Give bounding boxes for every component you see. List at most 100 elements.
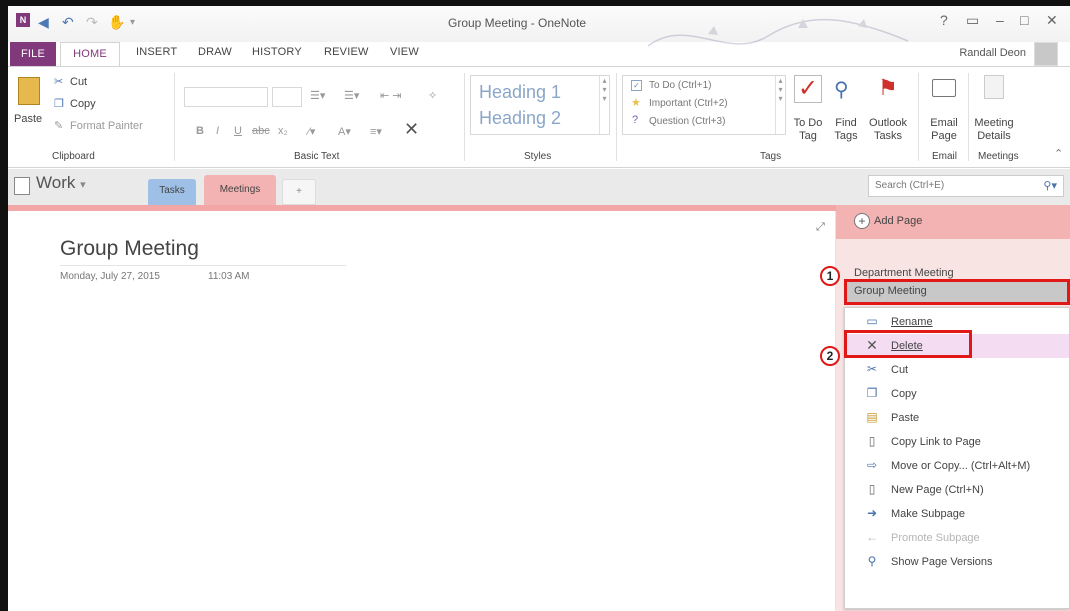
align-icon[interactable]: ≡▾ — [370, 125, 382, 138]
style-heading-1[interactable]: Heading 1 — [479, 82, 561, 103]
maximize-icon[interactable]: □ — [1020, 12, 1028, 28]
window-title: Group Meeting - OneNote — [448, 16, 587, 30]
tab-insert[interactable]: INSERT — [136, 46, 177, 58]
bullets-icon[interactable]: ☰▾ — [310, 89, 325, 102]
rename-icon: ▭ — [866, 314, 878, 328]
find-tags-label: Find Tags — [834, 117, 858, 142]
new-page-icon: ▯ — [868, 482, 876, 496]
notebook-name[interactable]: Work ▾ — [36, 173, 86, 193]
copy-icon: ❐ — [54, 98, 64, 110]
delete-x-icon[interactable]: ✕ — [404, 119, 419, 140]
meeting-details-button[interactable]: Meeting Details — [972, 73, 1016, 147]
email-group-label: Email — [932, 151, 958, 162]
versions-icon: ⚲ — [867, 554, 877, 568]
menu-item-new-page[interactable]: ▯ New Page (Ctrl+N) — [845, 478, 1069, 502]
back-icon[interactable]: ◀ — [38, 14, 49, 31]
ribbon-separator — [174, 73, 175, 161]
tab-file[interactable]: FILE — [10, 42, 56, 66]
find-tags-button[interactable]: ⚲ Find Tags — [830, 73, 862, 147]
todo-tag-label: To Do Tag — [793, 117, 823, 142]
menu-item-copy-link[interactable]: ▯ Copy Link to Page — [845, 430, 1069, 454]
notebook-bar: Work ▾ Tasks Meetings + Search (Ctrl+E) … — [8, 169, 1070, 205]
tab-draw[interactable]: DRAW — [198, 46, 232, 58]
menu-item-label: Move or Copy... (Ctrl+Alt+M) — [891, 460, 1031, 472]
styles-gallery[interactable]: Heading 1 Heading 2 ▴ ▾ ▾ — [470, 75, 610, 135]
menu-item-copy[interactable]: ❐ Copy — [845, 382, 1069, 406]
indent-icon[interactable]: ⇤ ⇥ — [380, 89, 402, 102]
page-title[interactable]: Group Meeting — [60, 237, 199, 261]
paste-icon — [18, 77, 40, 105]
paste-label: Paste — [14, 113, 43, 125]
meeting-details-icon — [984, 75, 1004, 99]
tag-todo[interactable]: To Do (Ctrl+1) — [649, 80, 712, 91]
section-tab-tasks[interactable]: Tasks — [148, 179, 196, 205]
menu-item-move-or-copy[interactable]: ⇨ Move or Copy... (Ctrl+Alt+M) — [845, 454, 1069, 478]
menu-item-promote-subpage[interactable]: ← Promote Subpage — [845, 526, 1069, 550]
user-name[interactable]: Randall Deon — [959, 47, 1026, 59]
font-color-icon[interactable]: A▾ — [338, 125, 351, 138]
strikethrough-icon[interactable]: abc — [252, 125, 270, 137]
menu-item-show-page-versions[interactable]: ⚲ Show Page Versions — [845, 550, 1069, 574]
redo-icon[interactable]: ↷ — [86, 14, 98, 31]
notebook-name-label: Work — [36, 173, 76, 192]
menu-item-label: Copy — [891, 388, 917, 400]
plus-circle-icon: + — [854, 213, 870, 229]
undo-icon[interactable]: ↶ — [62, 14, 74, 31]
minimize-icon[interactable]: – — [996, 12, 1004, 28]
menu-item-label: Copy Link to Page — [891, 436, 981, 448]
move-icon: ⇨ — [866, 458, 878, 472]
font-name-combo[interactable] — [184, 87, 268, 107]
styles-scroll-icon[interactable]: ▴ ▾ ▾ — [599, 76, 609, 134]
onenote-window: N ◀ ↶ ↷ ✋ ▾ Group Meeting - OneNote ? ▭ … — [0, 0, 1070, 611]
page-time: 11:03 AM — [208, 271, 250, 282]
tag-important[interactable]: Important (Ctrl+2) — [649, 98, 728, 109]
page-canvas[interactable]: Group Meeting Monday, July 27, 2015 11:0… — [8, 211, 836, 611]
expand-icon[interactable]: ⤢ — [816, 221, 825, 234]
avatar[interactable] — [1034, 42, 1058, 66]
title-bar: N ◀ ↶ ↷ ✋ ▾ Group Meeting - OneNote ? ▭ … — [8, 6, 1070, 47]
paste-button[interactable]: Paste — [14, 75, 44, 141]
search-input[interactable]: Search (Ctrl+E) ⚲▾ — [868, 175, 1064, 197]
italic-icon[interactable]: I — [216, 125, 219, 137]
add-section-tab[interactable]: + — [282, 179, 316, 205]
menu-item-paste[interactable]: ▤ Paste — [845, 406, 1069, 430]
bold-icon[interactable]: B — [196, 125, 204, 137]
highlight-icon[interactable]: ⁄▾ — [308, 125, 315, 138]
title-divider — [60, 265, 346, 266]
tab-review[interactable]: REVIEW — [324, 46, 369, 58]
close-icon[interactable]: ✕ — [1046, 12, 1058, 29]
todo-tag-button[interactable]: ✓ To Do Tag — [790, 73, 826, 147]
menu-item-cut[interactable]: ✂ Cut — [845, 358, 1069, 382]
clear-formatting-icon[interactable]: ✧ — [428, 89, 437, 102]
touch-mode-icon[interactable]: ✋ — [108, 14, 125, 31]
ribbon-display-icon[interactable]: ▭ — [966, 12, 979, 29]
tag-question[interactable]: Question (Ctrl+3) — [649, 116, 725, 127]
menu-item-label: Rename — [891, 316, 933, 328]
collapse-ribbon-icon[interactable]: ⌃ — [1054, 147, 1063, 160]
tab-history[interactable]: HISTORY — [252, 46, 302, 58]
section-tab-meetings[interactable]: Meetings — [204, 175, 276, 205]
arrow-right-icon: ➜ — [866, 506, 878, 520]
style-heading-2[interactable]: Heading 2 — [479, 108, 561, 129]
tags-scroll-icon[interactable]: ▴ ▾ ▾ — [775, 76, 785, 134]
checkbox-icon: ✓ — [631, 80, 642, 91]
numbering-icon[interactable]: ☰▾ — [344, 89, 359, 102]
email-page-button[interactable]: Email Page — [924, 73, 964, 147]
underline-icon[interactable]: U — [234, 125, 242, 137]
tab-view[interactable]: VIEW — [390, 46, 419, 58]
star-icon: ★ — [631, 97, 641, 109]
subscript-icon[interactable]: x₂ — [278, 125, 288, 137]
page-date: Monday, July 27, 2015 — [60, 271, 160, 282]
customize-qat-icon[interactable]: ▾ — [130, 17, 135, 28]
outlook-tasks-button[interactable]: ⚑ Outlook Tasks — [866, 73, 910, 147]
menu-item-make-subpage[interactable]: ➜ Make Subpage — [845, 502, 1069, 526]
styles-group-label: Styles — [524, 151, 552, 162]
page-item-department-meeting[interactable]: Department Meeting — [854, 267, 954, 279]
menu-item-label: Cut — [891, 364, 909, 376]
tab-home[interactable]: HOME — [60, 42, 120, 66]
font-size-combo[interactable] — [272, 87, 302, 107]
tags-gallery[interactable]: ✓ To Do (Ctrl+1) ★ Important (Ctrl+2) ? … — [622, 75, 786, 135]
email-icon — [932, 79, 956, 97]
help-icon[interactable]: ? — [940, 12, 948, 28]
add-page-button[interactable]: + Add Page — [836, 205, 1070, 239]
